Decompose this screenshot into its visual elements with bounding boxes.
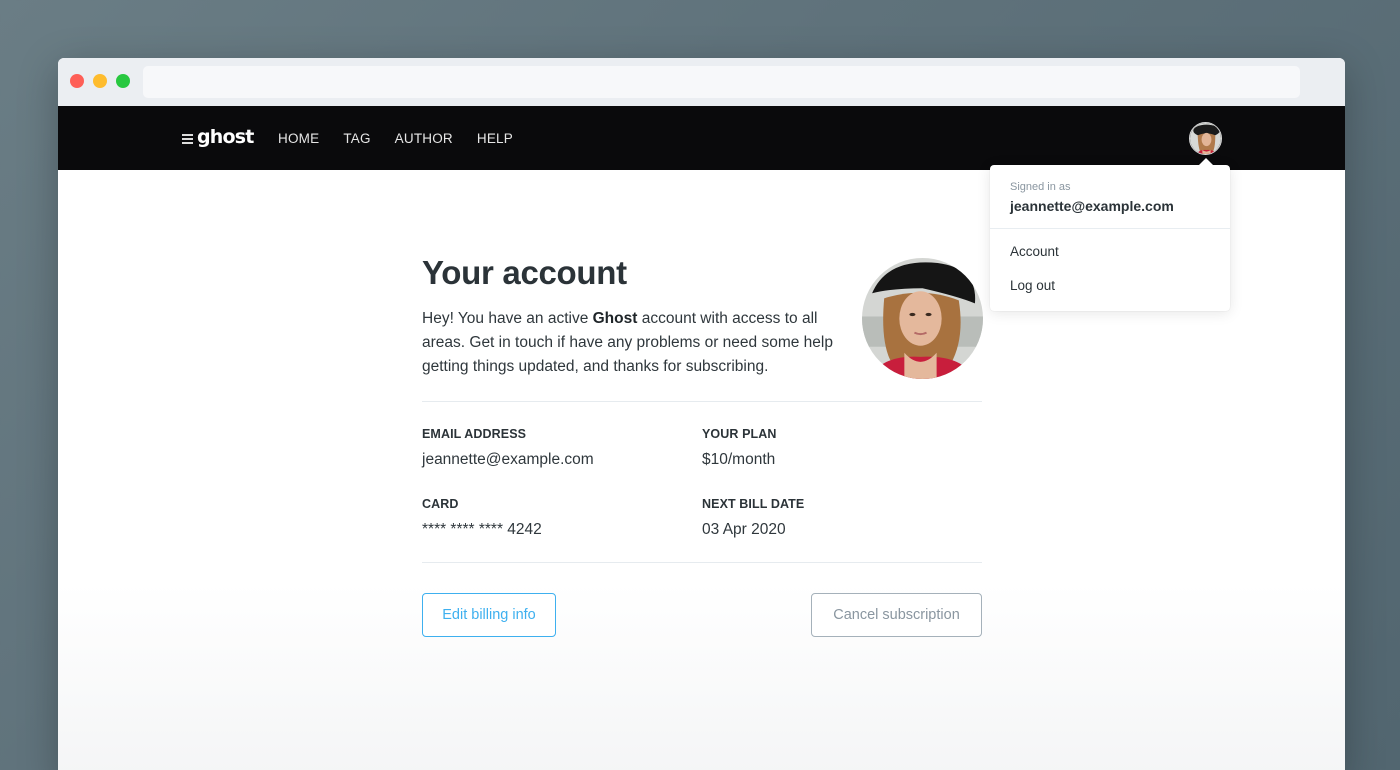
dropdown-item-log-out[interactable]: Log out [1010, 278, 1055, 293]
plan-label: YOUR PLAN [702, 427, 777, 441]
plan-value: $10/month [702, 451, 776, 468]
user-avatar-button[interactable] [1189, 122, 1222, 155]
browser-titlebar [58, 58, 1345, 106]
account-dropdown-menu: Signed in as jeannette@example.com Accou… [990, 158, 1230, 311]
user-avatar-icon [1190, 123, 1221, 154]
close-window-button[interactable] [70, 74, 84, 88]
dropdown-item-account[interactable]: Account [1010, 244, 1059, 259]
ghost-logo-icon [182, 133, 193, 144]
divider [422, 562, 982, 563]
nav-links: HOME TAG AUTHOR HELP [278, 106, 537, 170]
signed-in-label: Signed in as [1010, 181, 1071, 193]
page-title: Your account [422, 254, 627, 291]
next-bill-date-label: NEXT BILL DATE [702, 497, 805, 511]
logo-text: ghost [197, 126, 254, 148]
account-intro: Hey! You have an active Ghost account wi… [422, 310, 833, 375]
browser-window: ghost HOME TAG AUTHOR HELP Your account … [58, 58, 1345, 770]
email-address-label: EMAIL ADDRESS [422, 427, 527, 441]
edit-billing-info-button[interactable]: Edit billing info [422, 593, 556, 637]
nav-link-tag[interactable]: TAG [343, 131, 370, 146]
site-navbar: ghost HOME TAG AUTHOR HELP [58, 106, 1345, 170]
nav-link-author[interactable]: AUTHOR [395, 131, 453, 146]
ghost-logo[interactable]: ghost [182, 126, 254, 148]
signed-in-email: jeannette@example.com [1010, 198, 1174, 214]
nav-link-home[interactable]: HOME [278, 131, 319, 146]
next-bill-date-value: 03 Apr 2020 [702, 521, 786, 538]
address-bar[interactable] [143, 66, 1300, 98]
card-value: **** **** **** 4242 [422, 521, 542, 538]
minimize-window-button[interactable] [93, 74, 107, 88]
profile-photo [862, 258, 983, 379]
cancel-subscription-button[interactable]: Cancel subscription [811, 593, 982, 637]
profile-photo-image [862, 258, 983, 379]
brand-name: Ghost [592, 310, 638, 327]
maximize-window-button[interactable] [116, 74, 130, 88]
email-address-value: jeannette@example.com [422, 451, 594, 468]
dropdown-divider [990, 228, 1230, 229]
divider [422, 401, 982, 402]
card-label: CARD [422, 497, 459, 511]
nav-link-help[interactable]: HELP [477, 131, 513, 146]
